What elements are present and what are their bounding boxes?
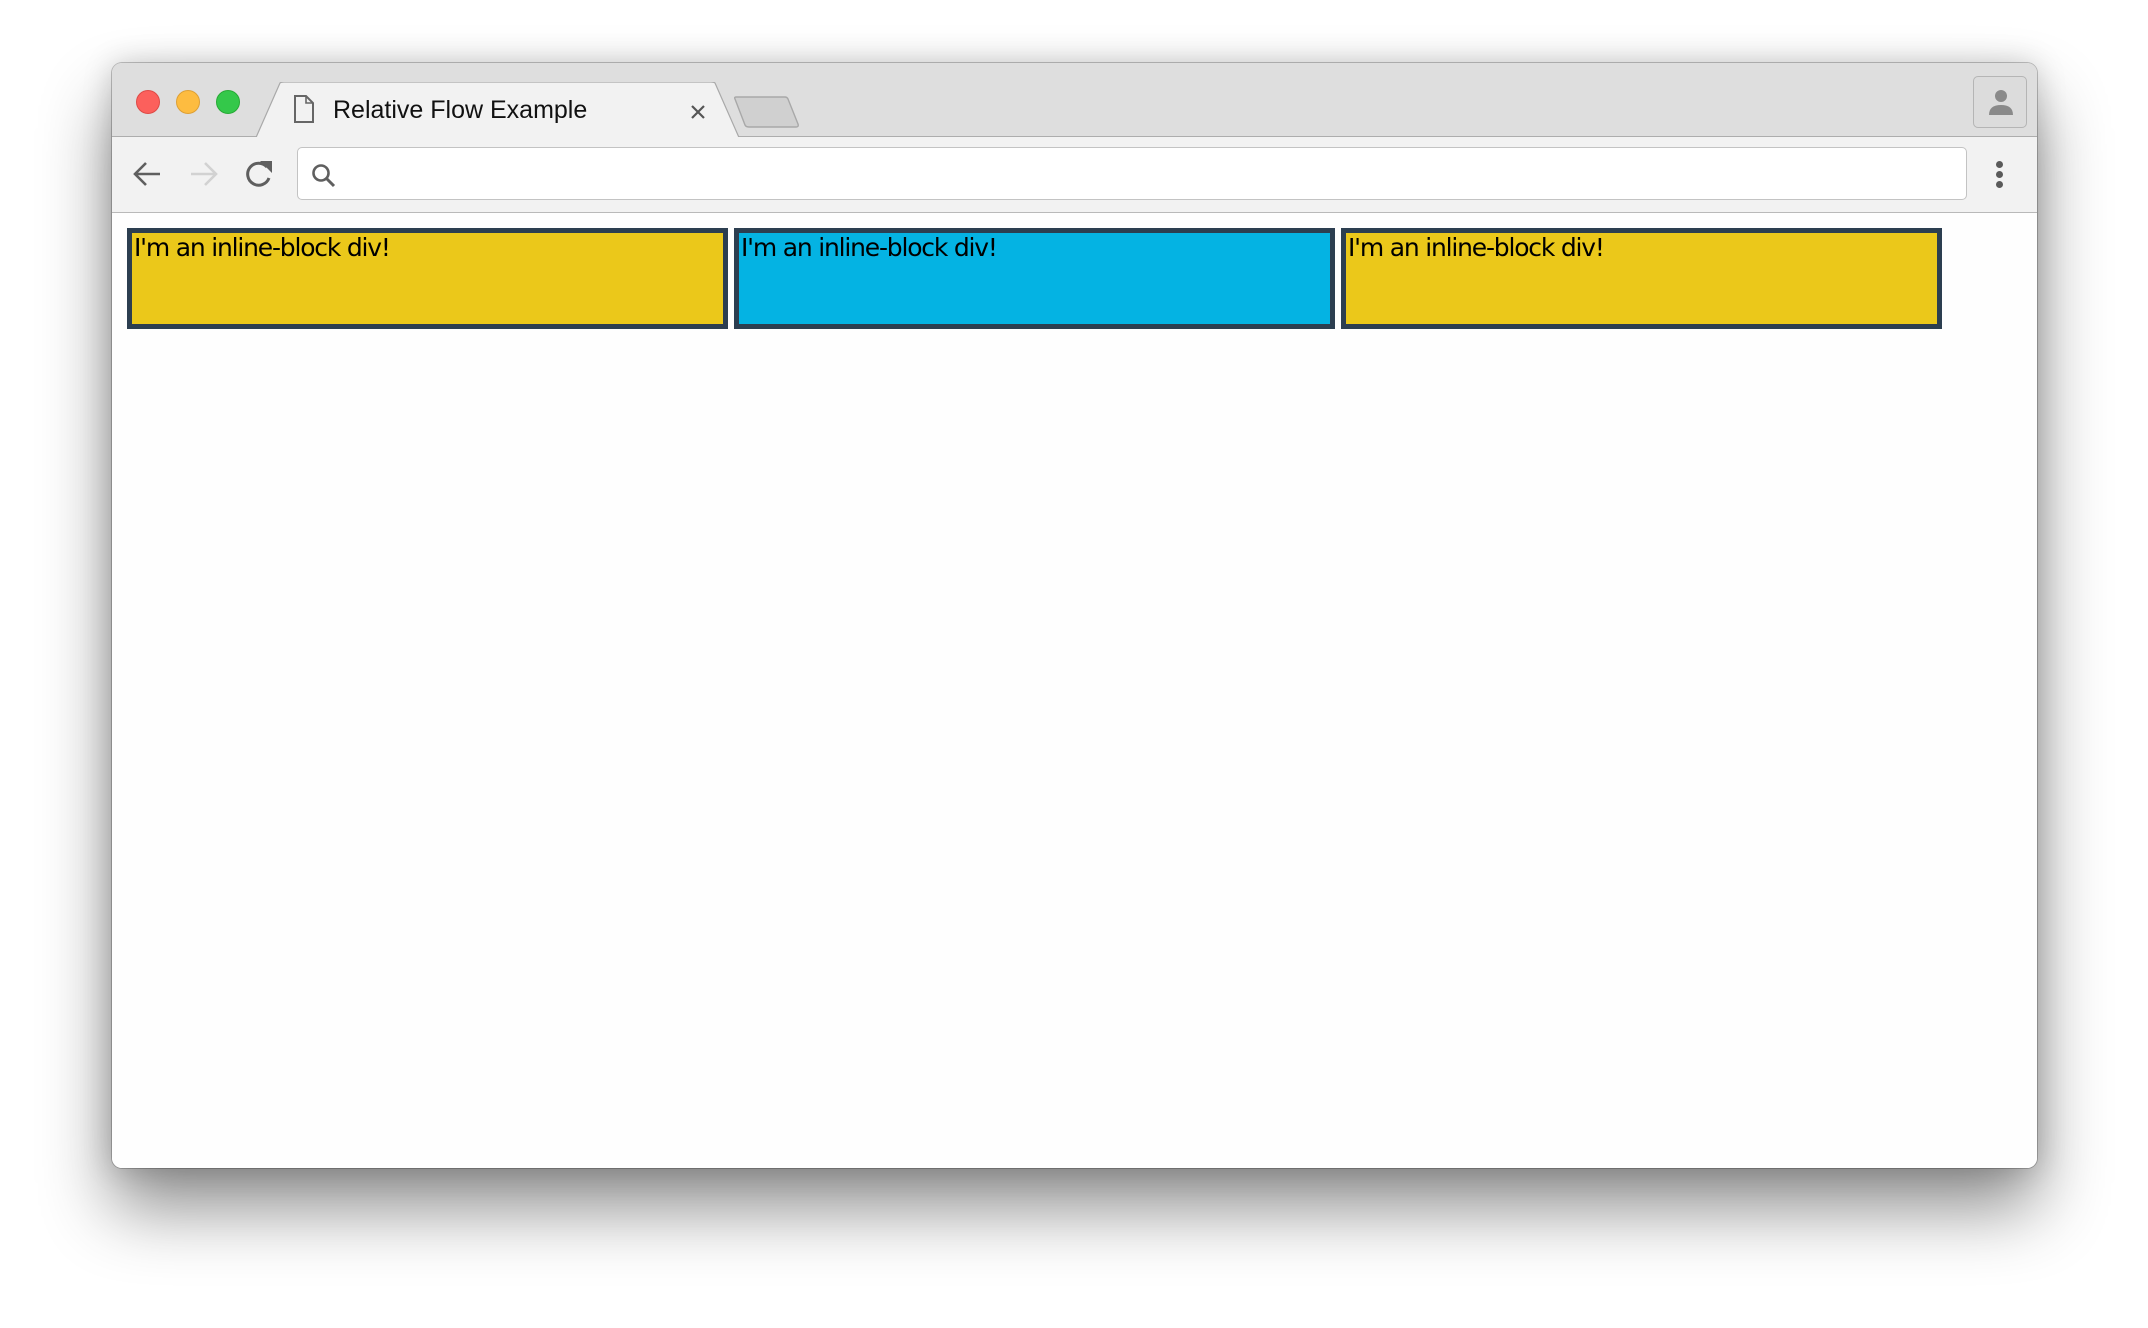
back-button[interactable]	[132, 159, 164, 189]
tab-title: Relative Flow Example	[333, 96, 588, 124]
page-content: I'm an inline-block div! I'm an inline-bl…	[112, 213, 2037, 1168]
arrow-right-icon	[191, 162, 218, 186]
more-vertical-icon-dot	[1996, 161, 2003, 168]
window-minimize-button[interactable]	[176, 90, 200, 114]
person-icon	[1989, 90, 2013, 115]
browser-window: Relative Flow Example I'm an inline-bloc…	[112, 63, 2037, 1168]
tab-relative-flow-example[interactable]: Relative Flow Example	[256, 82, 740, 138]
inline-block-div-2: I'm an inline-block div!	[734, 228, 1335, 329]
window-zoom-button[interactable]	[216, 90, 240, 114]
forward-button[interactable]	[188, 159, 220, 189]
reload-button[interactable]	[244, 159, 276, 189]
inline-block-container: I'm an inline-block div! I'm an inline-bl…	[127, 228, 1948, 329]
inline-block-div-1: I'm an inline-block div!	[127, 228, 728, 329]
toolbar	[112, 137, 2037, 213]
menu-button[interactable]	[1990, 157, 2010, 193]
close-icon[interactable]	[688, 102, 708, 122]
more-vertical-icon-dot	[1996, 181, 2003, 188]
new-tab-button[interactable]	[733, 96, 800, 128]
arrow-left-icon	[133, 162, 160, 186]
address-bar[interactable]	[297, 147, 1967, 200]
address-input[interactable]	[350, 156, 1954, 193]
reload-icon	[246, 161, 272, 187]
document-icon	[294, 95, 314, 128]
new-tab-icon	[733, 96, 799, 128]
tab-strip: Relative Flow Example	[112, 63, 2037, 138]
window-close-button[interactable]	[136, 90, 160, 114]
profile-button[interactable]	[1973, 76, 2027, 128]
search-icon	[311, 163, 337, 194]
more-vertical-icon-dot	[1996, 171, 2003, 178]
inline-block-div-3: I'm an inline-block div!	[1341, 228, 1942, 329]
